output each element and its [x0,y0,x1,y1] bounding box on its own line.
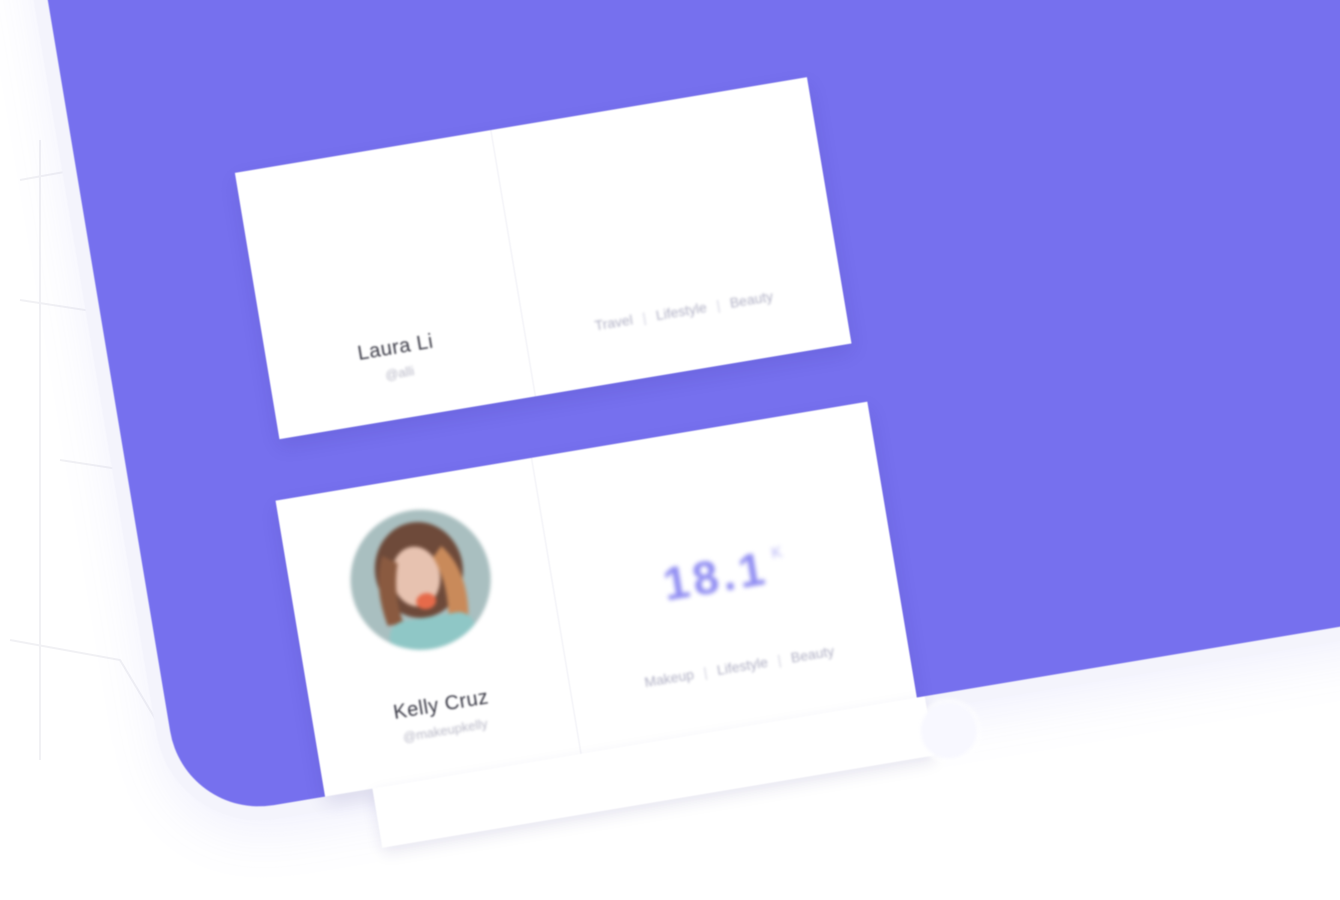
follower-count: 18.1 [659,541,773,611]
influencer-handle: @alli [384,363,416,383]
category-tag: Beauty [728,287,775,311]
card-details: 18.1 K Makeup | Lifestyle | Beauty [532,402,917,754]
follower-stat: 18.1 K [659,538,788,611]
category-tag: Beauty [789,642,836,666]
card-profile: Kelly Cruz @makeupkelly [275,457,582,797]
avatar-photo [339,499,501,661]
category-tags: Makeup | Lifestyle | Beauty [643,643,835,690]
avatar [339,499,501,661]
category-tag: Travel [593,311,634,334]
tag-separator: | [715,296,722,314]
category-tag: Lifestyle [715,653,769,679]
tag-separator: | [641,309,648,326]
tag-separator: | [702,663,709,681]
card-details: Travel | Lifestyle | Beauty [491,77,851,396]
influencer-card[interactable]: Laura Li @alli Travel | Lifestyle | Beau… [234,77,852,440]
card-profile: Laura Li @alli [234,129,536,440]
follower-unit: K [770,543,784,563]
category-tags: Travel | Lifestyle | Beauty [593,288,774,334]
category-tag: Lifestyle [654,298,708,324]
category-tag: Makeup [643,666,695,691]
influencer-name: Laura Li [356,330,435,365]
stage: Laura Li @alli Travel | Lifestyle | Beau… [0,0,1340,900]
tag-separator: | [776,651,783,668]
